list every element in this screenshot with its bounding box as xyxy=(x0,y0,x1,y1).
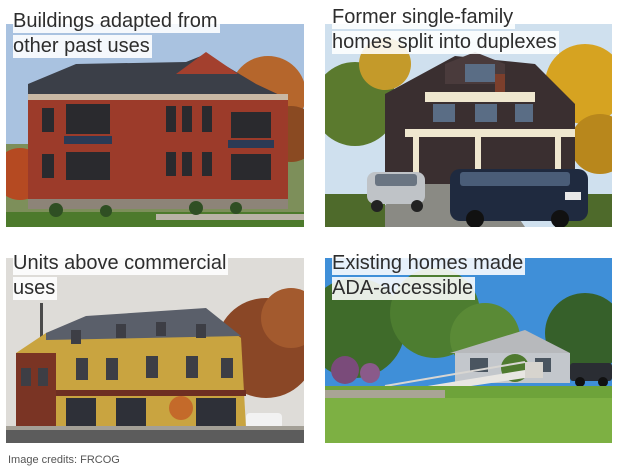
caption-line: Existing homes made xyxy=(332,252,526,275)
image-credits: Image credits: FRCOG xyxy=(8,454,120,466)
caption-line: Buildings adapted from xyxy=(13,10,220,33)
caption-line: other past uses xyxy=(13,35,152,58)
caption-line: Former single-family xyxy=(332,6,516,29)
caption-line: ADA-accessible xyxy=(332,277,476,300)
caption-units-above-commercial: Units above commercial uses xyxy=(13,251,303,301)
caption-line: uses xyxy=(13,277,58,300)
caption-adapted-buildings: Buildings adapted from other past uses xyxy=(13,9,303,59)
caption-line: Units above commercial xyxy=(13,252,229,275)
caption-line: homes split into duplexes xyxy=(332,31,559,54)
caption-ada-accessible: Existing homes made ADA-accessible xyxy=(332,251,617,301)
caption-duplex-homes: Former single-family homes split into du… xyxy=(332,5,617,55)
